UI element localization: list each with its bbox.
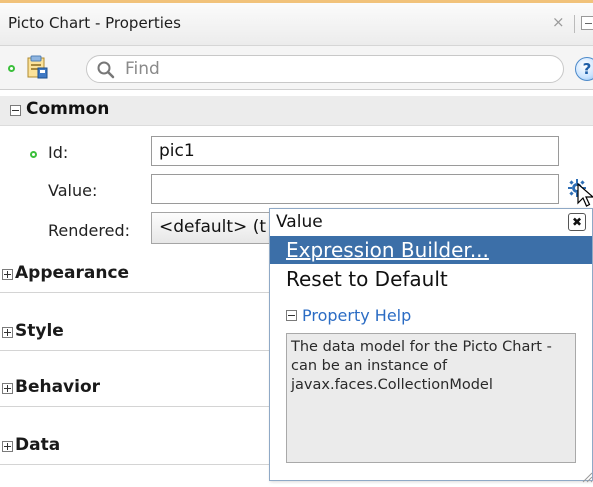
title-bar: Picto Chart - Properties × bbox=[0, 0, 593, 46]
id-field[interactable] bbox=[151, 136, 559, 166]
divider bbox=[0, 406, 270, 407]
section-appearance[interactable]: Appearance bbox=[0, 261, 270, 291]
rendered-dropdown[interactable]: <default> (t bbox=[151, 212, 281, 244]
menu-item-expression-builder[interactable]: Expression Builder... bbox=[270, 236, 592, 264]
search-icon bbox=[96, 60, 116, 80]
expand-icon[interactable] bbox=[2, 269, 13, 280]
search-input[interactable] bbox=[123, 58, 543, 80]
window-title: Picto Chart - Properties bbox=[8, 14, 181, 32]
expand-icon[interactable] bbox=[2, 441, 13, 452]
popup-close-icon[interactable]: ✖ bbox=[568, 213, 586, 231]
section-behavior-label: Behavior bbox=[15, 377, 101, 397]
section-behavior[interactable]: Behavior bbox=[0, 375, 270, 405]
expand-icon[interactable] bbox=[2, 327, 13, 338]
divider bbox=[0, 464, 270, 465]
section-style-label: Style bbox=[15, 321, 64, 341]
collapse-icon[interactable] bbox=[286, 310, 297, 321]
collapse-icon[interactable] bbox=[10, 105, 21, 116]
divider bbox=[0, 292, 270, 293]
id-label: Id: bbox=[48, 143, 69, 162]
property-help-toggle[interactable]: Property Help bbox=[286, 306, 411, 325]
section-common[interactable]: Common bbox=[0, 96, 593, 126]
property-help-text: The data model for the Picto Chart - can… bbox=[286, 333, 576, 463]
value-label: Value: bbox=[48, 181, 98, 200]
help-button[interactable]: ? bbox=[575, 57, 593, 81]
property-help-heading: Property Help bbox=[302, 306, 412, 325]
section-data-label: Data bbox=[15, 435, 61, 455]
section-common-label: Common bbox=[26, 99, 110, 119]
search-field[interactable] bbox=[86, 55, 564, 83]
menu-item-label: Reset to Default bbox=[286, 267, 448, 291]
title-separator bbox=[574, 15, 575, 33]
menu-item-label: Expression Builder... bbox=[286, 238, 489, 262]
minimize-button[interactable] bbox=[581, 16, 593, 30]
popup-title: Value bbox=[276, 212, 323, 232]
rendered-label: Rendered: bbox=[48, 221, 130, 240]
toolbar: ? bbox=[0, 46, 593, 90]
id-set-indicator-icon bbox=[30, 151, 37, 158]
value-field[interactable] bbox=[151, 174, 559, 204]
green-status-icon bbox=[8, 65, 15, 72]
property-sheet-icon[interactable] bbox=[26, 55, 48, 79]
menu-item-reset-to-default[interactable]: Reset to Default bbox=[270, 265, 592, 293]
resize-grip-icon[interactable] bbox=[581, 468, 593, 483]
section-data[interactable]: Data bbox=[0, 433, 270, 463]
close-tab-icon[interactable]: × bbox=[552, 13, 565, 31]
section-appearance-label: Appearance bbox=[15, 263, 130, 283]
section-style[interactable]: Style bbox=[0, 319, 270, 349]
expand-icon[interactable] bbox=[2, 383, 13, 394]
divider bbox=[0, 350, 270, 351]
mouse-cursor-icon bbox=[577, 182, 593, 209]
value-context-popup: Value ✖ Expression Builder... Reset to D… bbox=[269, 208, 593, 483]
